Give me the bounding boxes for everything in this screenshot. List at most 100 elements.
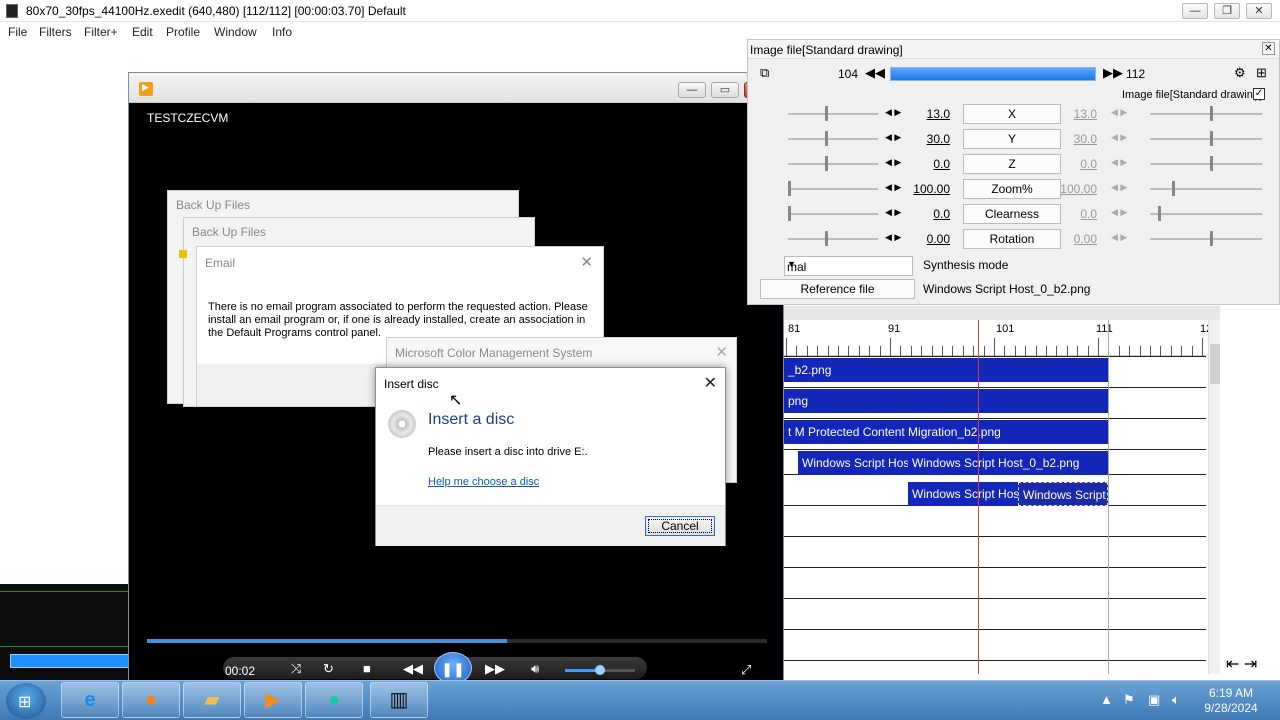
value-end[interactable]: 100.00 [1053,182,1097,196]
frame-prev-icon[interactable]: ◀◀ [865,65,885,81]
track-slider-right[interactable] [1150,181,1262,196]
network-icon[interactable]: ▣ [1148,692,1160,708]
repeat-icon[interactable]: ↻ [323,661,334,677]
timeline-clip[interactable]: Windows Script [1018,482,1108,506]
value-end[interactable]: 13.0 [1053,107,1097,121]
timeline-ruler[interactable]: 8191101111121 [784,320,1218,356]
frame-position-bar[interactable] [890,67,1096,81]
menu-profile[interactable]: Profile [166,25,200,39]
value-step-arrows[interactable]: ◀ ▶ [885,107,901,118]
player-restore-button[interactable]: ▭ [711,82,739,98]
volume-slider[interactable] [565,665,635,675]
slider-knob[interactable] [788,181,791,196]
slider-knob[interactable] [788,206,791,221]
track-slider-right[interactable] [1150,156,1262,171]
speaker-muted-icon[interactable]: 🔈︎ [1172,692,1180,708]
property-button-x[interactable]: X [963,104,1061,124]
slider-knob[interactable] [1210,131,1213,146]
slider-knob[interactable] [1158,206,1161,221]
value-step-arrows[interactable]: ◀ ▶ [885,132,901,143]
menu-info[interactable]: Info [272,25,292,39]
stop-icon[interactable]: ■ [363,661,371,676]
blend-mode-select[interactable]: mal ▼ [784,256,913,276]
media-player-icon[interactable]: ▶ [244,682,302,718]
volume-icon[interactable]: 🔊︎ [531,661,539,677]
value-start[interactable]: 13.0 [906,107,950,121]
clock[interactable]: 6:19 AM 9/28/2024 [1196,686,1266,716]
slider-knob[interactable] [1172,181,1175,196]
value-start[interactable]: 0.0 [906,157,950,171]
tray-expand-icon[interactable]: ▲ [1100,692,1113,707]
object-enabled-checkbox[interactable]: ✓ [1253,88,1265,100]
value-step-arrows[interactable]: ◀ ▶ [885,182,901,193]
value-step-arrows[interactable]: ◀ ▶ [1111,232,1127,243]
value-end[interactable]: 0.0 [1053,207,1097,221]
value-end[interactable]: 0.00 [1053,232,1097,246]
next-icon[interactable]: ▶▶ [485,661,505,677]
track-slider-right[interactable] [1150,106,1262,121]
track-slider-left[interactable] [788,231,878,246]
value-step-arrows[interactable]: ◀ ▶ [885,232,901,243]
value-start[interactable]: 100.00 [906,182,950,196]
menu-file[interactable]: File [8,25,27,39]
property-button-zoom[interactable]: Zoom% [963,179,1061,199]
scrollbar-thumb[interactable] [1210,344,1220,384]
help-choose-disc-link[interactable]: Help me choose a disc [428,476,539,488]
settings-icon[interactable]: ⚙ [1234,65,1246,81]
player-minimize-button[interactable]: — [678,82,706,98]
start-button[interactable]: ⊞ [6,683,46,719]
properties-close-icon[interactable]: ✕ [1262,42,1275,55]
expand-icon[interactable]: ⊞ [1256,65,1267,81]
timeline-clip[interactable]: Windows Script Host_0_b2.png [908,451,1108,475]
close-button[interactable]: ✕ [1246,3,1272,19]
timeline-nav-icons[interactable]: ⇤ ⇥ [1226,654,1257,674]
value-step-arrows[interactable]: ◀ ▶ [1111,132,1127,143]
value-step-arrows[interactable]: ◀ ▶ [1111,157,1127,168]
timeline-clip[interactable]: png [784,389,1108,413]
menu-window[interactable]: Window [214,25,257,39]
property-button-y[interactable]: Y [963,129,1061,149]
fullscreen-icon[interactable]: ⤢ [741,662,751,678]
slider-knob[interactable] [1210,106,1213,121]
value-start[interactable]: 0.0 [906,207,950,221]
cancel-button[interactable]: Cancel [645,516,715,536]
minimize-button[interactable]: — [1182,3,1208,19]
value-step-arrows[interactable]: ◀ ▶ [885,157,901,168]
green-app-icon[interactable]: ● [305,682,363,718]
seek-bar[interactable] [147,639,767,643]
timeline-clip[interactable]: t M Protected Content Migration_b2.png [784,420,1108,444]
property-button-clearness[interactable]: Clearness [963,204,1061,224]
value-step-arrows[interactable]: ◀ ▶ [885,207,901,218]
flag-icon[interactable]: ⚑ [1123,692,1135,708]
volume-knob[interactable] [595,665,605,675]
color-management-close-icon[interactable]: ✕ [715,343,728,361]
timeline-scrollbar[interactable] [1208,320,1220,674]
slider-knob[interactable] [825,131,828,146]
playhead[interactable] [978,320,979,674]
insert-disc-close-icon[interactable]: ✕ [704,373,717,393]
track-slider-right[interactable] [1150,231,1262,246]
track-slider-left[interactable] [788,181,878,196]
email-close-icon[interactable]: ✕ [580,253,593,271]
property-button-z[interactable]: Z [963,154,1061,174]
value-end[interactable]: 0.0 [1053,157,1097,171]
menu-filter-plus[interactable]: Filter+ [84,25,118,39]
frame-next-icon[interactable]: ▶▶ [1103,65,1123,81]
timeline-clip[interactable]: _b2.png [784,358,1108,382]
slider-knob[interactable] [1210,231,1213,246]
video-editor-icon[interactable]: ▥ [370,682,428,718]
frame-range-icon[interactable]: ⧉ [760,65,769,81]
track-slider-left[interactable] [788,106,878,121]
slider-knob[interactable] [825,156,828,171]
value-step-arrows[interactable]: ◀ ▶ [1111,107,1127,118]
value-step-arrows[interactable]: ◀ ▶ [1111,207,1127,218]
value-start[interactable]: 0.00 [906,232,950,246]
slider-knob[interactable] [825,231,828,246]
slider-knob[interactable] [825,106,828,121]
slider-knob[interactable] [1210,156,1213,171]
menu-edit[interactable]: Edit [132,25,153,39]
value-end[interactable]: 30.0 [1053,132,1097,146]
property-button-rotation[interactable]: Rotation [963,229,1061,249]
reference-file-button[interactable]: Reference file [760,279,915,299]
timeline-clip[interactable]: Windows Script Hos [908,482,1018,506]
